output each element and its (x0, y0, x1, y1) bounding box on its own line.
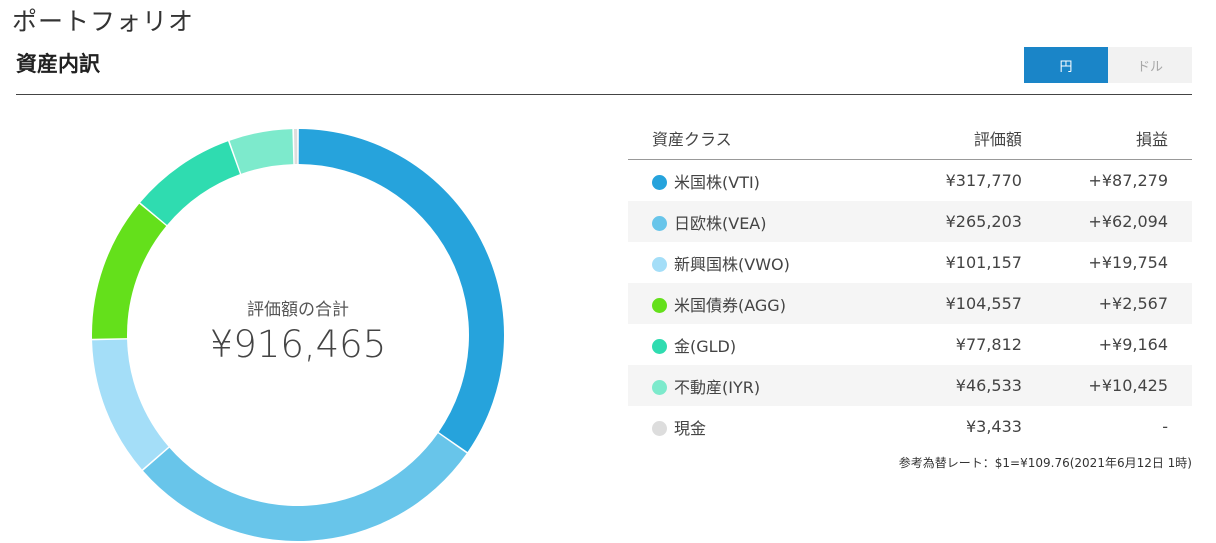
legend-dot-icon (652, 215, 667, 231)
asset-valuation: ¥3,433 (965, 417, 1022, 436)
asset-profit-loss: - (1162, 417, 1168, 436)
asset-profit-loss: +¥9,164 (1098, 335, 1168, 354)
donut-slice-4 (92, 203, 167, 339)
asset-name: 現金 (674, 418, 707, 438)
asset-profit-loss: +¥19,754 (1088, 253, 1168, 272)
donut-slice-3 (92, 339, 169, 470)
table-row: 金(GLD) ¥77,812 +¥9,164 (628, 324, 1192, 365)
asset-name: 金(GLD) (674, 336, 737, 356)
asset-valuation: ¥77,812 (955, 335, 1022, 354)
table-row: 現金 ¥3,433 - (628, 406, 1192, 447)
asset-name: 日欧株(VEA) (674, 213, 767, 233)
asset-valuation: ¥265,203 (878, 201, 1022, 242)
asset-name: 新興国株(VWO) (674, 254, 790, 274)
asset-name-cell: 日欧株(VEA) (628, 201, 879, 242)
page-title: ポートフォリオ (12, 7, 195, 36)
asset-name-cell: 米国債券(AGG) (628, 283, 879, 324)
donut-slice-7 (293, 129, 298, 165)
asset-name-cell: 新興国株(VWO) (628, 242, 879, 283)
table-header-row: 資産クラス 評価額 損益 (628, 117, 1192, 160)
asset-name: 不動産(IYR) (674, 377, 761, 397)
legend-dot-icon (652, 256, 667, 272)
asset-name-cell: 不動産(IYR) (628, 365, 879, 406)
legend-dot-icon (652, 297, 667, 313)
asset-name: 米国債券(AGG) (674, 295, 786, 315)
donut-slice-6 (229, 129, 294, 174)
asset-table: 資産クラス 評価額 損益 米国株(VTI) ¥317,770 +¥87,279 日欧株… (628, 117, 1192, 447)
asset-valuation: ¥46,533 (878, 365, 1022, 406)
legend-dot-icon (652, 420, 667, 436)
asset-name-cell: 金(GLD) (628, 324, 879, 365)
asset-name-cell: 現金 (628, 406, 879, 447)
table-row: 米国株(VTI) ¥317,770 +¥87,279 (628, 160, 1192, 202)
yen-toggle-button[interactable]: 円 (1024, 47, 1108, 83)
asset-profit-loss: +¥62,094 (1021, 201, 1192, 242)
asset-profit-loss: +¥87,279 (1088, 171, 1168, 190)
exchange-rate-note: 参考為替レート：$1=¥109.76(2021年6月12日 1時) (898, 456, 1192, 470)
asset-valuation: ¥101,157 (945, 253, 1022, 272)
section-title: 資産内訳 (16, 52, 100, 76)
asset-profit-loss: +¥2,567 (1021, 283, 1192, 324)
asset-name: 米国株(VTI) (674, 172, 760, 192)
header-asset-class: 資産クラス (628, 117, 879, 160)
table-row: 米国債券(AGG) ¥104,557 +¥2,567 (628, 283, 1192, 324)
currency-toggle: 円 ドル (1024, 47, 1192, 83)
donut-slice-5 (140, 141, 240, 226)
table-row: 不動産(IYR) ¥46,533 +¥10,425 (628, 365, 1192, 406)
donut-slice-1 (298, 129, 504, 452)
asset-valuation: ¥317,770 (945, 171, 1022, 190)
header-valuation: 評価額 (878, 117, 1022, 160)
asset-valuation: ¥104,557 (878, 283, 1022, 324)
header-profit-loss: 損益 (1021, 117, 1192, 160)
header-divider (16, 94, 1192, 95)
donut-slice-2 (143, 433, 467, 541)
table-row: 新興国株(VWO) ¥101,157 +¥19,754 (628, 242, 1192, 283)
legend-dot-icon (652, 379, 667, 395)
legend-dot-icon (652, 338, 667, 354)
asset-donut-chart: 評価額の合計 ¥916,465 (92, 129, 504, 541)
legend-dot-icon (652, 174, 667, 190)
asset-profit-loss: +¥10,425 (1021, 365, 1192, 406)
donut-svg (92, 129, 504, 541)
asset-name-cell: 米国株(VTI) (628, 160, 879, 202)
dollar-toggle-button[interactable]: ドル (1108, 47, 1192, 83)
asset-rows: 米国株(VTI) ¥317,770 +¥87,279 日欧株(VEA) ¥265,203… (628, 160, 1192, 448)
table-row: 日欧株(VEA) ¥265,203 +¥62,094 (628, 201, 1192, 242)
